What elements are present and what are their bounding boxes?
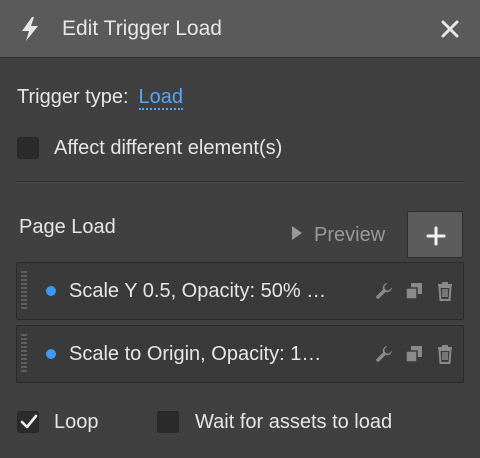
divider [17,181,463,183]
action-label: Scale to Origin, Opacity: 1… [69,343,322,365]
lightning-bolt-icon [18,16,42,42]
panel-title: Edit Trigger Load [62,17,222,40]
duplicate-icon[interactable] [404,344,424,364]
trash-icon[interactable] [435,344,455,364]
trigger-type-row: Trigger type: Load [17,84,184,110]
wrench-icon[interactable] [374,344,394,364]
section-title: Page Load [19,216,116,238]
preview-button[interactable]: Preview [292,222,385,248]
loop-label: Loop [54,411,99,433]
loop-checkbox[interactable] [17,411,39,433]
drag-handle-icon[interactable] [21,271,27,311]
action-row[interactable]: Scale to Origin, Opacity: 1… [16,325,464,383]
close-icon[interactable] [436,15,464,43]
status-dot [46,286,56,296]
wait-assets-label: Wait for assets to load [195,411,393,433]
play-icon [292,226,302,240]
trigger-type-select[interactable]: Load [138,86,184,110]
wait-assets-checkbox[interactable] [157,411,179,433]
panel-header: Edit Trigger Load [0,0,480,58]
add-action-button[interactable] [407,211,463,258]
trigger-type-label: Trigger type: [17,86,129,108]
checkmark-icon [20,414,38,429]
wrench-icon[interactable] [374,281,394,301]
plus-icon [426,226,446,246]
action-row[interactable]: Scale Y 0.5, Opacity: 50% … [16,262,464,320]
duplicate-icon[interactable] [404,281,424,301]
trash-icon[interactable] [435,281,455,301]
affect-elements-checkbox[interactable] [17,137,39,159]
status-dot [46,349,56,359]
affect-elements-label: Affect different element(s) [54,137,283,159]
drag-handle-icon[interactable] [21,334,27,374]
preview-label: Preview [314,224,386,246]
edit-trigger-panel: Edit Trigger Load Trigger type: Load Affe… [0,0,480,458]
action-label: Scale Y 0.5, Opacity: 50% … [69,280,327,302]
